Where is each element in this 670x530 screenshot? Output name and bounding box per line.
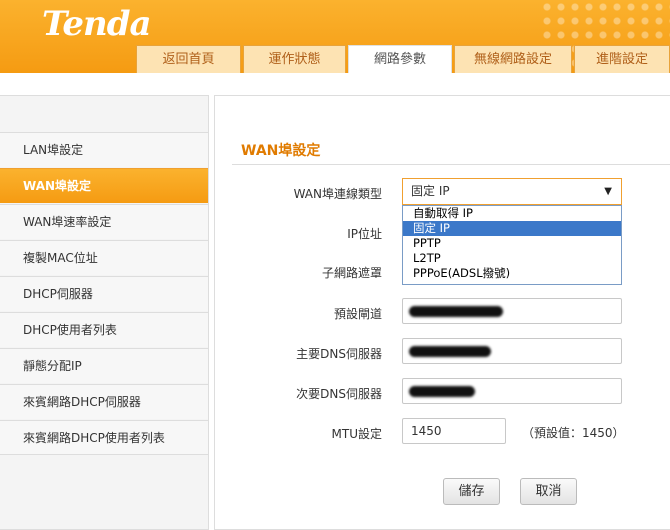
redacted-value (409, 386, 475, 397)
option-dhcp[interactable]: 自動取得 IP (403, 206, 621, 221)
title-divider (232, 164, 670, 165)
tab-home[interactable]: 返回首頁 (136, 45, 241, 73)
save-button[interactable]: 儲存 (443, 478, 500, 505)
sidebar-item-wan[interactable]: WAN埠設定 (0, 168, 208, 203)
dns1-label: 主要DNS伺服器 (296, 347, 382, 361)
sidebar-item-wan-speed[interactable]: WAN埠速率設定 (0, 204, 208, 239)
tab-status[interactable]: 運作狀態 (243, 45, 346, 73)
subnet-label: 子網路遮罩 (321, 266, 382, 280)
dns1-input[interactable] (402, 338, 622, 364)
tab-wireless[interactable]: 無線網路設定 (454, 45, 572, 73)
sidebar-item-dhcp-clients[interactable]: DHCP使用者列表 (0, 312, 208, 347)
sidebar-item-lan[interactable]: LAN埠設定 (0, 132, 208, 167)
sidebar-item-dhcp-server[interactable]: DHCP伺服器 (0, 276, 208, 311)
wan-type-value: 固定 IP (411, 184, 450, 198)
option-static-ip[interactable]: 固定 IP (403, 221, 621, 236)
mtu-label: MTU設定 (331, 427, 382, 441)
tab-advanced[interactable]: 進階設定 (574, 45, 670, 73)
gateway-label: 預設閘道 (333, 307, 382, 321)
dns2-label: 次要DNS伺服器 (296, 387, 382, 401)
option-l2tp[interactable]: L2TP (403, 251, 621, 266)
option-pptp[interactable]: PPTP (403, 236, 621, 251)
sidebar-item-mac-clone[interactable]: 複製MAC位址 (0, 240, 208, 275)
header-bar: Tenda 返回首頁 運作狀態 網路參數 無線網路設定 進階設定 (0, 0, 670, 73)
mtu-default-hint: （預設值：1450） (522, 426, 625, 440)
redacted-value (409, 346, 491, 357)
tenda-logo: Tenda (42, 4, 152, 44)
wan-type-dropdown: 自動取得 IP 固定 IP PPTP L2TP PPPoE(ADSL撥號) (402, 205, 622, 285)
redacted-value (409, 306, 503, 317)
sidebar-item-guest-dhcp-clients[interactable]: 來賓網路DHCP使用者列表 (0, 420, 208, 455)
sidebar: LAN埠設定 WAN埠設定 WAN埠速率設定 複製MAC位址 DHCP伺服器 D… (0, 95, 209, 530)
tab-network[interactable]: 網路參數 (348, 45, 452, 73)
sidebar-item-guest-dhcp[interactable]: 來賓網路DHCP伺服器 (0, 384, 208, 419)
gateway-input[interactable] (402, 298, 622, 324)
option-pppoe[interactable]: PPPoE(ADSL撥號) (403, 266, 621, 281)
page-title: WAN埠設定 (241, 143, 321, 159)
cancel-button[interactable]: 取消 (520, 478, 577, 505)
ip-label: IP位址 (347, 227, 382, 241)
dns2-input[interactable] (402, 378, 622, 404)
wan-type-label: WAN埠連線類型 (293, 187, 382, 201)
dropdown-arrow-icon: ▼ (604, 186, 612, 197)
sidebar-item-static-ip[interactable]: 靜態分配IP (0, 348, 208, 383)
wan-type-select[interactable]: 固定 IP ▼ (402, 178, 622, 205)
mtu-input[interactable]: 1450 (402, 418, 506, 444)
